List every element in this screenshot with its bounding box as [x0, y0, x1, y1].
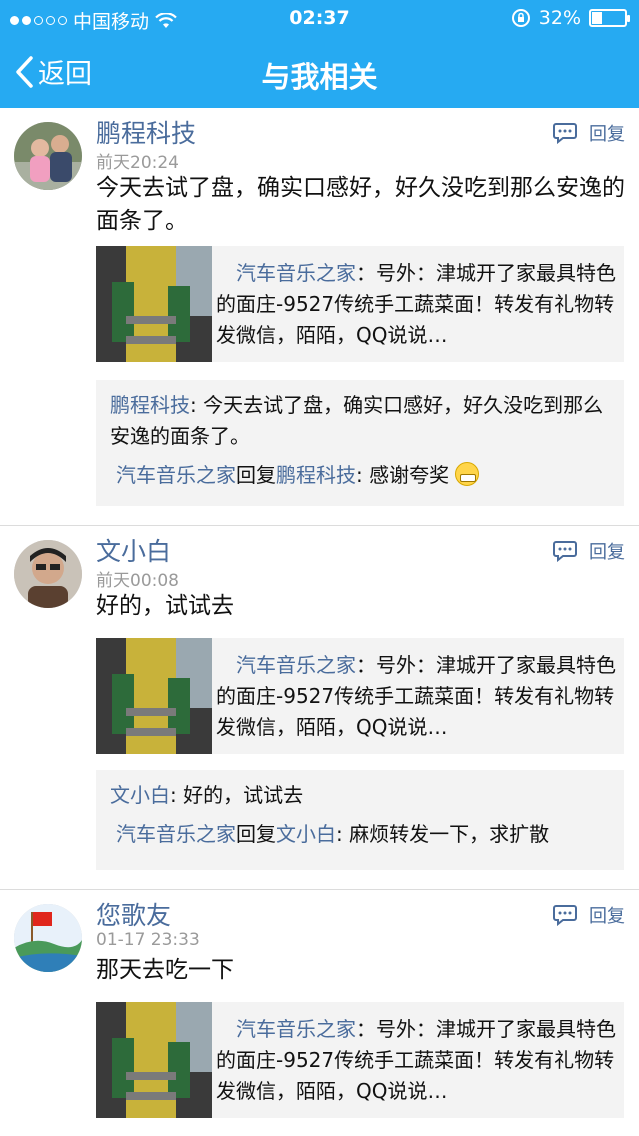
shared-post-source[interactable]: 汽车音乐之家	[236, 653, 356, 677]
shared-post-text: 汽车音乐之家：号外：津城开了家最具特色的面庄-9527传统手工蔬菜面！转发有礼物…	[216, 1017, 616, 1103]
comment-text: : 好的，试试去	[170, 783, 304, 807]
nav-bar: 返回 与我相关	[0, 38, 639, 108]
reply-word: 回复	[236, 822, 276, 846]
timestamp: 前天20:24	[96, 153, 179, 173]
reply-to-user[interactable]: 文小白	[276, 822, 336, 846]
rotation-lock-icon	[511, 9, 530, 27]
comment-user[interactable]: 鹏程科技	[110, 393, 190, 417]
comment-thread: 鹏程科技: 今天去试了盘，确实口感好，好久没吃到那么安逸的面条了。 汽车音乐之家…	[96, 380, 624, 506]
noodle-machine-thumbnail	[96, 1002, 212, 1118]
noodle-machine-thumbnail	[96, 246, 212, 362]
reply-label: 回复	[589, 906, 625, 927]
comment-icon	[553, 123, 577, 144]
comment-row: 文小白: 好的，试试去	[110, 780, 610, 811]
comment-icon	[553, 541, 577, 562]
reply-label: 回复	[589, 124, 625, 145]
reply-row: 汽车音乐之家回复文小白: 麻烦转发一下，求扩散	[110, 819, 610, 850]
feed-item: 文小白 前天00:08 回复 好的，试试去 汽车音乐之家：号外：津城开了家最具特…	[0, 526, 639, 890]
timestamp: 01-17 23:33	[96, 930, 200, 950]
reply-from-user[interactable]: 汽车音乐之家	[116, 822, 236, 846]
reply-row: 汽车音乐之家回复鹏程科技: 感谢夸奖	[110, 460, 610, 491]
reply-button[interactable]: 回复	[553, 120, 625, 146]
shared-post-card[interactable]: 汽车音乐之家：号外：津城开了家最具特色的面庄-9527传统手工蔬菜面！转发有礼物…	[96, 1002, 624, 1118]
reply-from-user[interactable]: 汽车音乐之家	[116, 463, 236, 487]
battery-level	[592, 12, 602, 24]
reply-label: 回复	[589, 542, 625, 563]
shared-post-card[interactable]: 汽车音乐之家：号外：津城开了家最具特色的面庄-9527传统手工蔬菜面！转发有礼物…	[96, 638, 624, 754]
username[interactable]: 您歌友	[96, 896, 171, 932]
comment-thread: 文小白: 好的，试试去 汽车音乐之家回复文小白: 麻烦转发一下，求扩散	[96, 770, 624, 870]
shared-post-text: 汽车音乐之家：号外：津城开了家最具特色的面庄-9527传统手工蔬菜面！转发有礼物…	[216, 261, 616, 347]
post-content: 那天去吃一下	[96, 957, 234, 983]
avatar[interactable]	[14, 904, 82, 972]
grin-emoji-icon	[455, 462, 480, 486]
reply-text: : 感谢夸奖	[356, 463, 450, 487]
reply-button[interactable]: 回复	[553, 538, 625, 564]
post-content: 好的，试试去	[96, 593, 234, 619]
noodle-machine-thumbnail	[96, 638, 212, 754]
top-bar: 中国移动 02:37 32% 返回 与我相关	[0, 0, 639, 108]
avatar[interactable]	[14, 122, 82, 190]
reply-to-user[interactable]: 鹏程科技	[276, 463, 356, 487]
username[interactable]: 文小白	[96, 532, 171, 568]
post-content: 今天去试了盘，确实口感好，好久没吃到那么安逸的面条了。	[96, 175, 625, 234]
reply-button[interactable]: 回复	[553, 902, 625, 928]
timestamp: 前天00:08	[96, 571, 179, 591]
shared-post-text: 汽车音乐之家：号外：津城开了家最具特色的面庄-9527传统手工蔬菜面！转发有礼物…	[216, 653, 616, 739]
status-bar: 中国移动 02:37 32%	[0, 0, 639, 38]
avatar[interactable]	[14, 540, 82, 608]
battery-icon	[589, 9, 630, 27]
shared-post-source[interactable]: 汽车音乐之家	[236, 1017, 356, 1041]
reply-word: 回复	[236, 463, 276, 487]
username[interactable]: 鹏程科技	[96, 114, 196, 150]
comment-user[interactable]: 文小白	[110, 783, 170, 807]
shared-post-source[interactable]: 汽车音乐之家	[236, 261, 356, 285]
reply-text: : 麻烦转发一下，求扩散	[336, 822, 550, 846]
battery-percent: 32%	[538, 7, 581, 29]
status-right: 32%	[511, 7, 630, 29]
feed-item: 鹏程科技 前天20:24 回复 今天去试了盘，确实口感好，好久没吃到那么安逸的面…	[0, 108, 639, 526]
comment-icon	[553, 905, 577, 926]
notification-feed: 鹏程科技 前天20:24 回复 今天去试了盘，确实口感好，好久没吃到那么安逸的面…	[0, 108, 639, 1136]
shared-post-card[interactable]: 汽车音乐之家：号外：津城开了家最具特色的面庄-9527传统手工蔬菜面！转发有礼物…	[96, 246, 624, 362]
feed-item: 您歌友 01-17 23:33 回复 那天去吃一下 汽车音乐之家：号外：津城开了…	[0, 890, 639, 1136]
comment-row: 鹏程科技: 今天去试了盘，确实口感好，好久没吃到那么安逸的面条了。	[110, 390, 610, 452]
page-title: 与我相关	[261, 60, 378, 94]
